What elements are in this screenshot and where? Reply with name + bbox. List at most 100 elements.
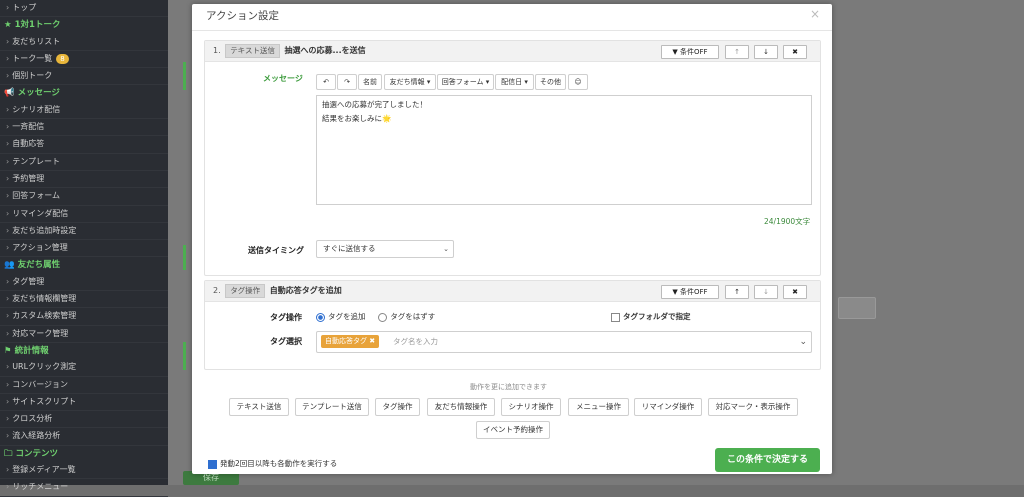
flag-icon: ⚑ xyxy=(4,345,12,356)
sidebar-item[interactable]: › トップ xyxy=(0,0,168,18)
star-icon: ★ xyxy=(4,20,12,31)
sidebar-item-label: 友だち情報欄管理 xyxy=(12,294,77,304)
sidebar-item[interactable]: › 登録メディア一覧 xyxy=(0,462,168,480)
confirm-button[interactable]: この条件で決定する xyxy=(715,448,820,472)
undo-button[interactable]: ↶ xyxy=(316,74,336,90)
redo-button[interactable]: ↷ xyxy=(337,74,357,90)
sidebar-section[interactable]: 📢 メッセージ xyxy=(0,85,168,101)
selected-tag-pill[interactable]: 自動応答タグ ✖ xyxy=(321,335,380,348)
sidebar-section-label: コンテンツ xyxy=(15,448,59,459)
card-title: 抽選への応募...を送信 xyxy=(284,46,366,55)
sidebar-item[interactable]: › サイトスクリプト xyxy=(0,394,168,412)
tag-select-label: タグ選択 xyxy=(270,337,302,346)
sidebar-item[interactable]: › リッチメニュー xyxy=(0,479,168,497)
sidebar-item[interactable]: › 友だち情報欄管理 xyxy=(0,291,168,309)
add-event-booking-op-button[interactable]: イベント予約操作 xyxy=(476,421,550,439)
friend-info-dropdown[interactable]: 友だち情報 ▾ xyxy=(384,74,436,90)
sidebar-item[interactable]: › 流入経路分析 xyxy=(0,428,168,446)
sidebar-item[interactable]: › 友だち追加時設定 xyxy=(0,223,168,241)
sidebar-item[interactable]: › URLクリック測定 xyxy=(0,359,168,377)
add-mark-display-op-button[interactable]: 対応マーク・表示操作 xyxy=(708,398,798,416)
sidebar-item-label: カスタム検索管理 xyxy=(12,311,77,321)
add-scenario-op-button[interactable]: シナリオ操作 xyxy=(501,398,561,416)
chevron-right-icon: › xyxy=(6,396,10,406)
chevron-right-icon: › xyxy=(6,243,10,253)
send-timing-select[interactable]: すぐに送信する ⌄ xyxy=(316,240,454,258)
sidebar-item[interactable]: › 自動応答 xyxy=(0,136,168,154)
sidebar-section[interactable]: 🗀 コンテンツ xyxy=(0,446,168,462)
sidebar-item[interactable]: › カスタム検索管理 xyxy=(0,308,168,326)
other-button[interactable]: その他 xyxy=(535,74,566,90)
chevron-right-icon: › xyxy=(6,294,10,304)
sidebar-section-label: 統計情報 xyxy=(14,345,49,356)
condition-toggle-button[interactable]: ▼ 条件OFF xyxy=(661,285,719,299)
sidebar-section-label: 1対1トーク xyxy=(14,20,61,31)
move-up-button[interactable]: ↑ xyxy=(725,285,749,299)
card-title: 自動応答タグを追加 xyxy=(269,286,342,295)
move-down-button[interactable]: ↓ xyxy=(754,285,778,299)
radio-add-tag-label: タグを追加 xyxy=(328,312,366,321)
add-friend-info-op-button[interactable]: 友だち情報操作 xyxy=(427,398,495,416)
condition-toggle-button[interactable]: ▼ 条件OFF xyxy=(661,45,719,59)
card-number: 2. xyxy=(213,286,221,295)
tag-folder-checkbox[interactable] xyxy=(611,312,620,322)
sidebar-item[interactable]: › アクション管理 xyxy=(0,240,168,258)
answer-form-dropdown[interactable]: 回答フォーム ▾ xyxy=(437,74,494,90)
sidebar-item[interactable]: › 個別トーク xyxy=(0,68,168,86)
add-reminder-op-button[interactable]: リマインダ操作 xyxy=(634,398,702,416)
chevron-right-icon: › xyxy=(6,156,10,166)
sidebar-section[interactable]: ★ 1対1トーク xyxy=(0,17,168,33)
repeat-actions-checkbox[interactable] xyxy=(208,459,217,469)
sidebar-item-label: トップ xyxy=(12,3,37,12)
sidebar-item[interactable]: › 一斉配信 xyxy=(0,119,168,137)
move-down-button[interactable]: ↓ xyxy=(754,45,778,59)
sidebar-section-label: 友だち属性 xyxy=(17,260,61,271)
radio-add-tag[interactable] xyxy=(316,312,325,322)
chevron-right-icon: › xyxy=(6,139,10,149)
tag-select-input[interactable]: タグ名を入力 ⌄ xyxy=(316,331,812,353)
chevron-down-icon: ⌄ xyxy=(443,245,449,253)
sidebar-section[interactable]: 👥 友だち属性 xyxy=(0,257,168,273)
sidebar-item[interactable]: › 友だちリスト xyxy=(0,34,168,51)
chevron-right-icon: › xyxy=(6,3,10,12)
send-date-dropdown[interactable]: 配信日 ▾ xyxy=(495,74,534,90)
sidebar-item[interactable]: › トーク一覧 8 xyxy=(0,51,168,69)
remove-action-button[interactable]: ✖ xyxy=(783,285,807,299)
sidebar-section[interactable]: ⚑ 統計情報 xyxy=(0,343,168,359)
remove-action-button[interactable]: ✖ xyxy=(783,45,807,59)
move-up-button[interactable]: ↑ xyxy=(725,45,749,59)
sidebar: › トップ ★ 1対1トーク › 友だちリスト › トーク一覧 8 › 個別トーク 📢 メッセージ › シナ… xyxy=(0,0,168,497)
sidebar-item[interactable]: › 対応マーク管理 xyxy=(0,326,168,343)
filter-icon: ▼ xyxy=(672,288,681,296)
sidebar-item-label: 一斉配信 xyxy=(12,122,45,132)
sidebar-item[interactable]: › 回答フォーム xyxy=(0,188,168,206)
modal-title: アクション設定 xyxy=(192,4,832,31)
sidebar-item-label: テンプレート xyxy=(12,156,60,166)
message-textarea[interactable]: 抽選への応募が完了しました！ 結果をお楽しみに🌟 xyxy=(316,95,812,205)
chevron-down-icon[interactable]: ⌄ xyxy=(799,332,807,352)
card-number: 1. xyxy=(213,46,221,55)
sidebar-item-label: タグ管理 xyxy=(12,276,45,286)
sidebar-item[interactable]: › コンバージョン xyxy=(0,377,168,394)
add-tag-op-button[interactable]: タグ操作 xyxy=(375,398,420,416)
emoji-icon[interactable]: ☺ xyxy=(568,74,588,90)
condition-toggle-label: 条件OFF xyxy=(680,288,708,296)
add-text-send-button[interactable]: テキスト送信 xyxy=(229,398,289,416)
radio-remove-tag[interactable] xyxy=(378,312,388,322)
sidebar-item[interactable]: › リマインダ配信 xyxy=(0,206,168,223)
close-icon[interactable]: × xyxy=(810,7,820,21)
tag-folder-option: タグフォルダで指定 xyxy=(611,311,691,322)
chevron-right-icon: › xyxy=(6,104,10,114)
sidebar-item-label: リッチメニュー xyxy=(12,482,69,492)
sidebar-item[interactable]: › テンプレート xyxy=(0,154,168,171)
sidebar-item[interactable]: › 予約管理 xyxy=(0,171,168,189)
sidebar-item[interactable]: › クロス分析 xyxy=(0,411,168,429)
sidebar-item[interactable]: › シナリオ配信 xyxy=(0,102,168,120)
add-menu-op-button[interactable]: メニュー操作 xyxy=(568,398,629,416)
add-template-send-button[interactable]: テンプレート送信 xyxy=(295,398,369,416)
insert-name-button[interactable]: 名前 xyxy=(358,74,382,90)
unread-badge: 8 xyxy=(56,53,69,64)
sidebar-item[interactable]: › タグ管理 xyxy=(0,274,168,292)
sidebar-item-label: コンバージョン xyxy=(12,379,69,389)
chevron-right-icon: › xyxy=(6,71,10,81)
